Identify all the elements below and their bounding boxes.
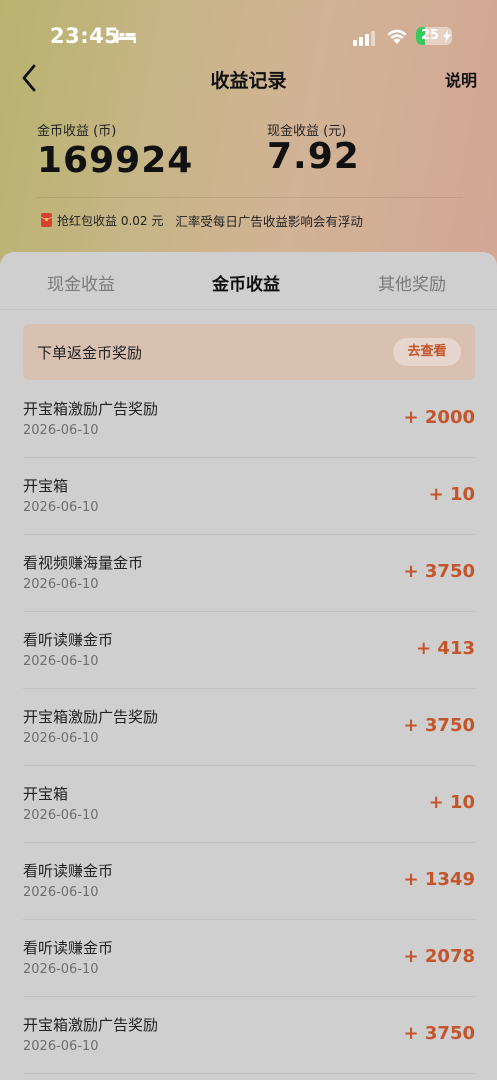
record-amount: + 3750 bbox=[403, 561, 475, 582]
list-item: 看听读赚金币 2026-06-10 + 2078 bbox=[23, 920, 475, 997]
page-title: 收益记录 bbox=[210, 70, 287, 92]
tab-other-rewards[interactable]: 其他奖励 bbox=[378, 270, 446, 295]
record-amount: + 10 bbox=[428, 792, 475, 813]
order-coin-reward-banner[interactable]: 下单返金币奖励 去查看 bbox=[23, 324, 475, 380]
record-title: 开宝箱 bbox=[23, 785, 69, 803]
list-item: 开宝箱 2026-06-10 + 10 bbox=[23, 458, 475, 535]
red-envelope-icon bbox=[41, 213, 52, 227]
list-item: 开宝箱激励广告奖励 2026-06-10 + 2000 bbox=[23, 381, 475, 458]
record-title: 开宝箱激励广告奖励 bbox=[23, 400, 159, 418]
red-packet-earnings: 抢红包收益 0.02 元 bbox=[57, 213, 164, 228]
record-date: 2026-06-10 bbox=[23, 500, 99, 515]
record-date: 2026-06-10 bbox=[23, 577, 99, 592]
record-title: 开宝箱 bbox=[23, 477, 69, 495]
list-item: 开宝箱激励广告奖励 2026-06-10 + 3750 bbox=[23, 997, 475, 1074]
records-sheet: 现金收益 金币收益 其他奖励 下单返金币奖励 去查看 开宝箱激励广告奖励 202… bbox=[0, 252, 497, 1080]
coin-earnings-label: 金币收益 (币) bbox=[37, 124, 117, 139]
record-amount: + 1349 bbox=[403, 869, 475, 890]
record-date: 2026-06-10 bbox=[23, 423, 99, 438]
tab-coin-earnings[interactable]: 金币收益 bbox=[212, 270, 280, 295]
tab-divider bbox=[0, 309, 497, 310]
record-amount: + 3750 bbox=[403, 1023, 475, 1044]
record-date: 2026-06-10 bbox=[23, 962, 99, 977]
tab-cash-earnings[interactable]: 现金收益 bbox=[47, 270, 115, 295]
record-amount: + 2000 bbox=[403, 407, 475, 428]
record-date: 2026-06-10 bbox=[23, 731, 99, 746]
view-button[interactable]: 去查看 bbox=[393, 338, 461, 366]
help-button[interactable]: 说明 bbox=[445, 67, 477, 91]
record-amount: + 413 bbox=[416, 638, 475, 659]
bed-icon bbox=[116, 30, 136, 43]
record-title: 开宝箱激励广告奖励 bbox=[23, 1016, 159, 1034]
charging-bolt-icon bbox=[443, 30, 451, 42]
record-date: 2026-06-10 bbox=[23, 654, 99, 669]
records-list: 开宝箱激励广告奖励 2026-06-10 + 2000 开宝箱 2026-06-… bbox=[23, 381, 475, 1074]
record-title: 看视频赚海量金币 bbox=[23, 554, 144, 572]
battery-icon: 25 bbox=[416, 27, 452, 45]
signal-icon bbox=[353, 31, 375, 46]
record-date: 2026-06-10 bbox=[23, 885, 99, 900]
record-title: 看听读赚金币 bbox=[23, 631, 114, 649]
record-date: 2026-06-10 bbox=[23, 1039, 99, 1054]
record-amount: + 3750 bbox=[403, 715, 475, 736]
record-title: 看听读赚金币 bbox=[23, 939, 114, 957]
banner-text: 下单返金币奖励 bbox=[37, 344, 143, 362]
record-title: 看听读赚金币 bbox=[23, 862, 114, 880]
record-date: 2026-06-10 bbox=[23, 808, 99, 823]
earnings-notice: 抢红包收益 0.02 元 汇率受每日广告收益影响会有浮动 bbox=[41, 210, 363, 230]
record-title: 开宝箱激励广告奖励 bbox=[23, 708, 159, 726]
status-time: 23:45 bbox=[50, 24, 120, 48]
wifi-icon bbox=[387, 29, 407, 44]
record-amount: + 10 bbox=[428, 484, 475, 505]
cash-earnings-value: 7.92 bbox=[267, 136, 360, 177]
list-item: 开宝箱激励广告奖励 2026-06-10 + 3750 bbox=[23, 689, 475, 766]
tab-bar: 现金收益 金币收益 其他奖励 bbox=[0, 252, 497, 310]
coin-earnings-value: 169924 bbox=[37, 140, 194, 181]
battery-level: 25 bbox=[420, 28, 440, 43]
list-item: 看听读赚金币 2026-06-10 + 1349 bbox=[23, 843, 475, 920]
summary-divider bbox=[37, 197, 463, 198]
rate-notice: 汇率受每日广告收益影响会有浮动 bbox=[175, 213, 363, 229]
list-item: 开宝箱 2026-06-10 + 10 bbox=[23, 766, 475, 843]
list-item: 看视频赚海量金币 2026-06-10 + 3750 bbox=[23, 535, 475, 612]
record-amount: + 2078 bbox=[403, 946, 475, 967]
list-item: 看听读赚金币 2026-06-10 + 413 bbox=[23, 612, 475, 689]
nav-bar: 收益记录 说明 bbox=[0, 56, 497, 100]
